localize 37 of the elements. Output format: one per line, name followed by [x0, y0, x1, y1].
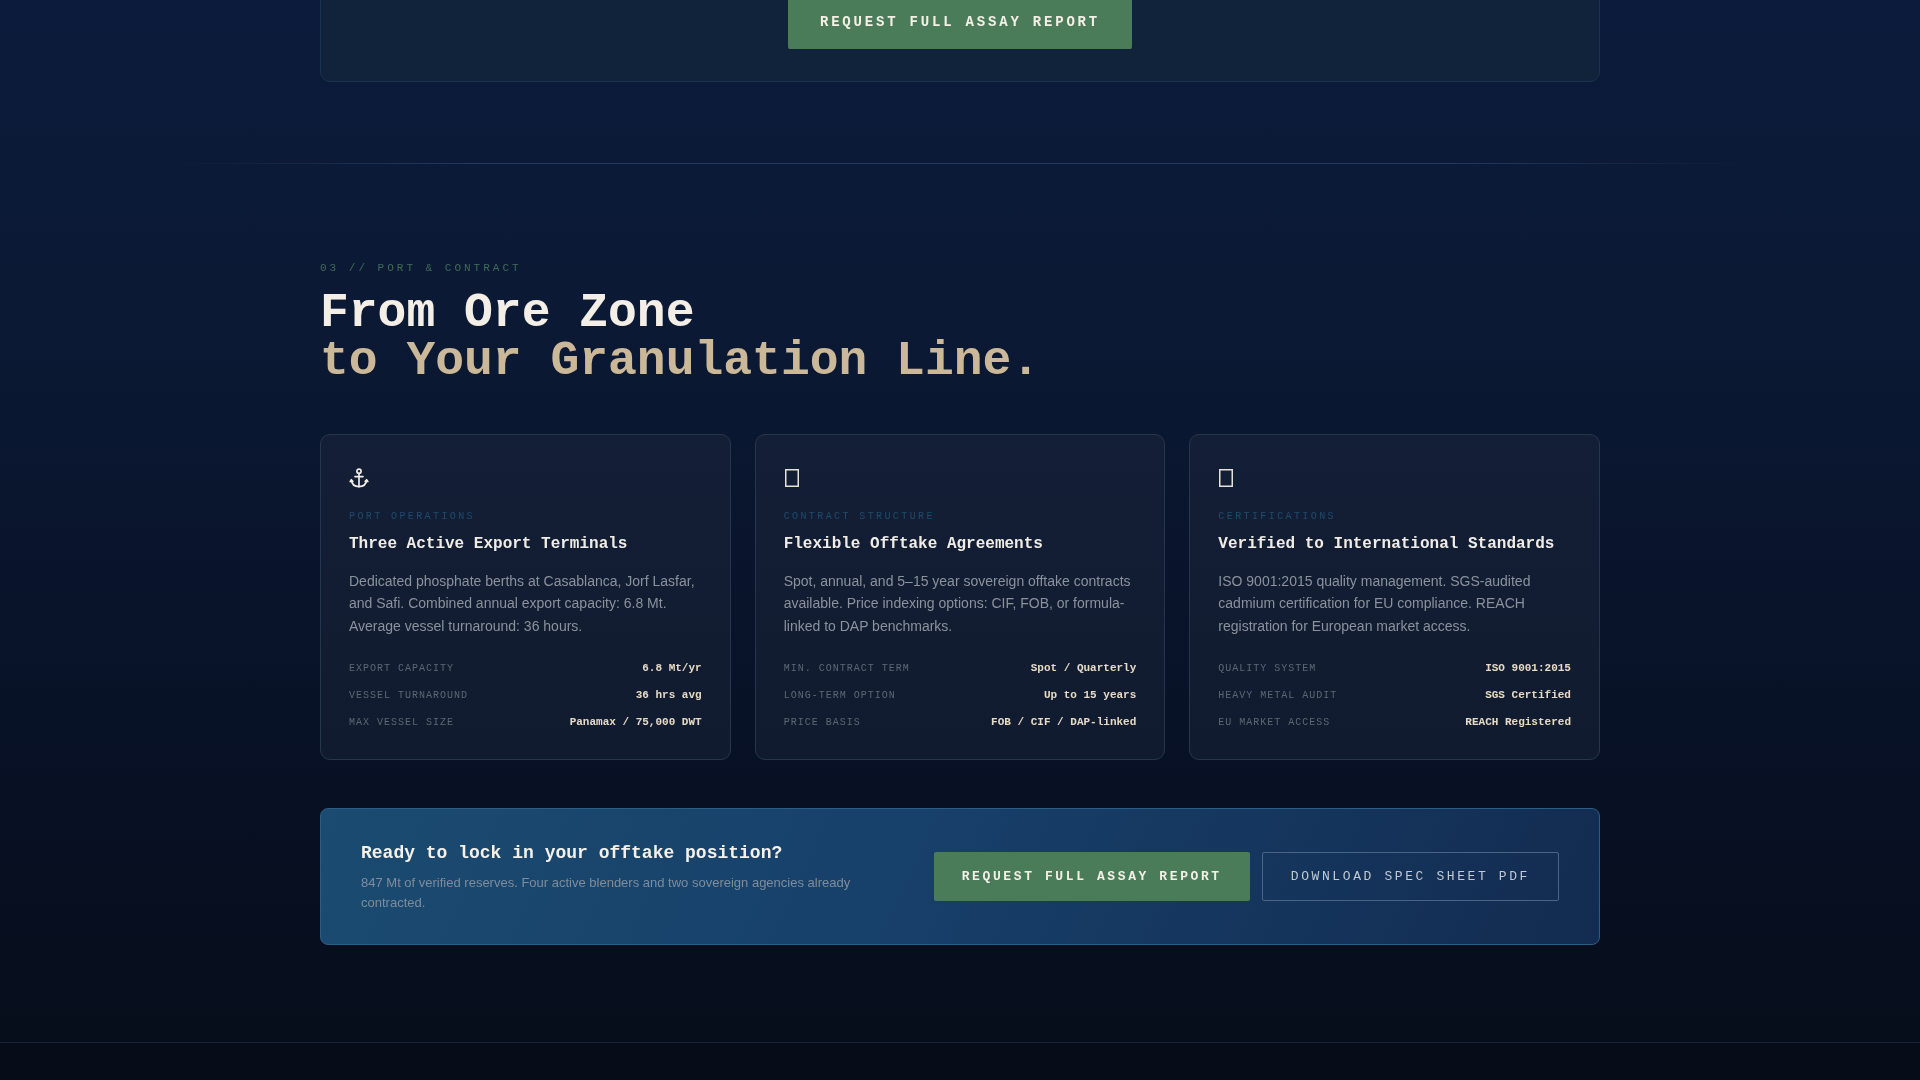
spec-value: SGS Certified — [1485, 689, 1571, 702]
spec-value: REACH Registered — [1465, 716, 1571, 729]
anchor-icon — [349, 468, 369, 488]
spec-label: PRICE BASIS — [783, 716, 861, 728]
spec-label: EXPORT CAPACITY — [349, 662, 454, 674]
card-description: Dedicated phosphate berths at Casablanca, Jorf Lasfar, and Safi. Combined annual export capacity: 6.8 Mt. Average vessel turnaround: 36 hours. — [349, 572, 696, 636]
cta-text: 847 Mt of verified reserves. Four active blenders and two sovereign agencies already contracted. — [361, 874, 852, 912]
spec-value: Spot / Quarterly — [1030, 662, 1137, 675]
request-report-button[interactable]: REQUEST FULL ASSAY REPORT — [787, 0, 1132, 49]
card-title: Flexible Offtake Agreements — [783, 534, 1043, 555]
spec-label: HEAVY METAL AUDIT — [1218, 689, 1338, 701]
card-description: Spot, annual, and 5–15 year sovereign offtake contracts available. Price indexing options: CIF, FOB, or formula-linked to DAP benchmarks. — [783, 572, 1132, 636]
spec-value: ISO 9001:2015 — [1485, 662, 1571, 675]
spec-value: 6.8 Mt/yr — [642, 662, 702, 675]
spec-label: MAX VESSEL SIZE — [349, 716, 454, 728]
spec-value: Up to 15 years — [1043, 689, 1137, 702]
download-spec-button[interactable]: DOWNLOAD SPEC SHEET PDF — [1261, 852, 1559, 902]
category-label: PORT OPERATIONS — [349, 510, 475, 524]
spec-label: EU MARKET ACCESS — [1218, 716, 1331, 728]
spec-value: Panamax / 75,000 DWT — [569, 716, 702, 729]
cta-title: Ready to lock in your offtake position? — [361, 842, 783, 866]
spec-value: FOB / CIF / DAP-linked — [991, 716, 1137, 729]
card-description: ISO 9001:2015 quality management. SGS-audited cadmium certification for EU compliance. REACH registration for European market access. — [1218, 572, 1532, 636]
card-title: Verified to International Standards — [1218, 534, 1555, 555]
card-title: Three Active Export Terminals — [349, 534, 628, 555]
empty-box-icon — [1219, 469, 1234, 487]
spec-value: 36 hrs avg — [635, 689, 702, 702]
request-report-button[interactable]: REQUEST FULL ASSAY REPORT — [933, 852, 1250, 902]
category-label: CONTRACT STRUCTURE — [783, 510, 935, 524]
spec-label: VESSEL TURNAROUND — [349, 689, 469, 701]
section-heading: From Ore Zone to Your Granulation Line. — [320, 289, 1041, 385]
spec-label: LONG-TERM OPTION — [783, 689, 896, 701]
section-eyebrow: 03 // PORT & CONTRACT — [320, 261, 522, 276]
category-label: CERTIFICATIONS — [1218, 510, 1336, 524]
spec-label: QUALITY SYSTEM — [1218, 662, 1317, 674]
spec-label: MIN. CONTRACT TERM — [783, 662, 910, 674]
empty-box-icon — [784, 469, 799, 487]
